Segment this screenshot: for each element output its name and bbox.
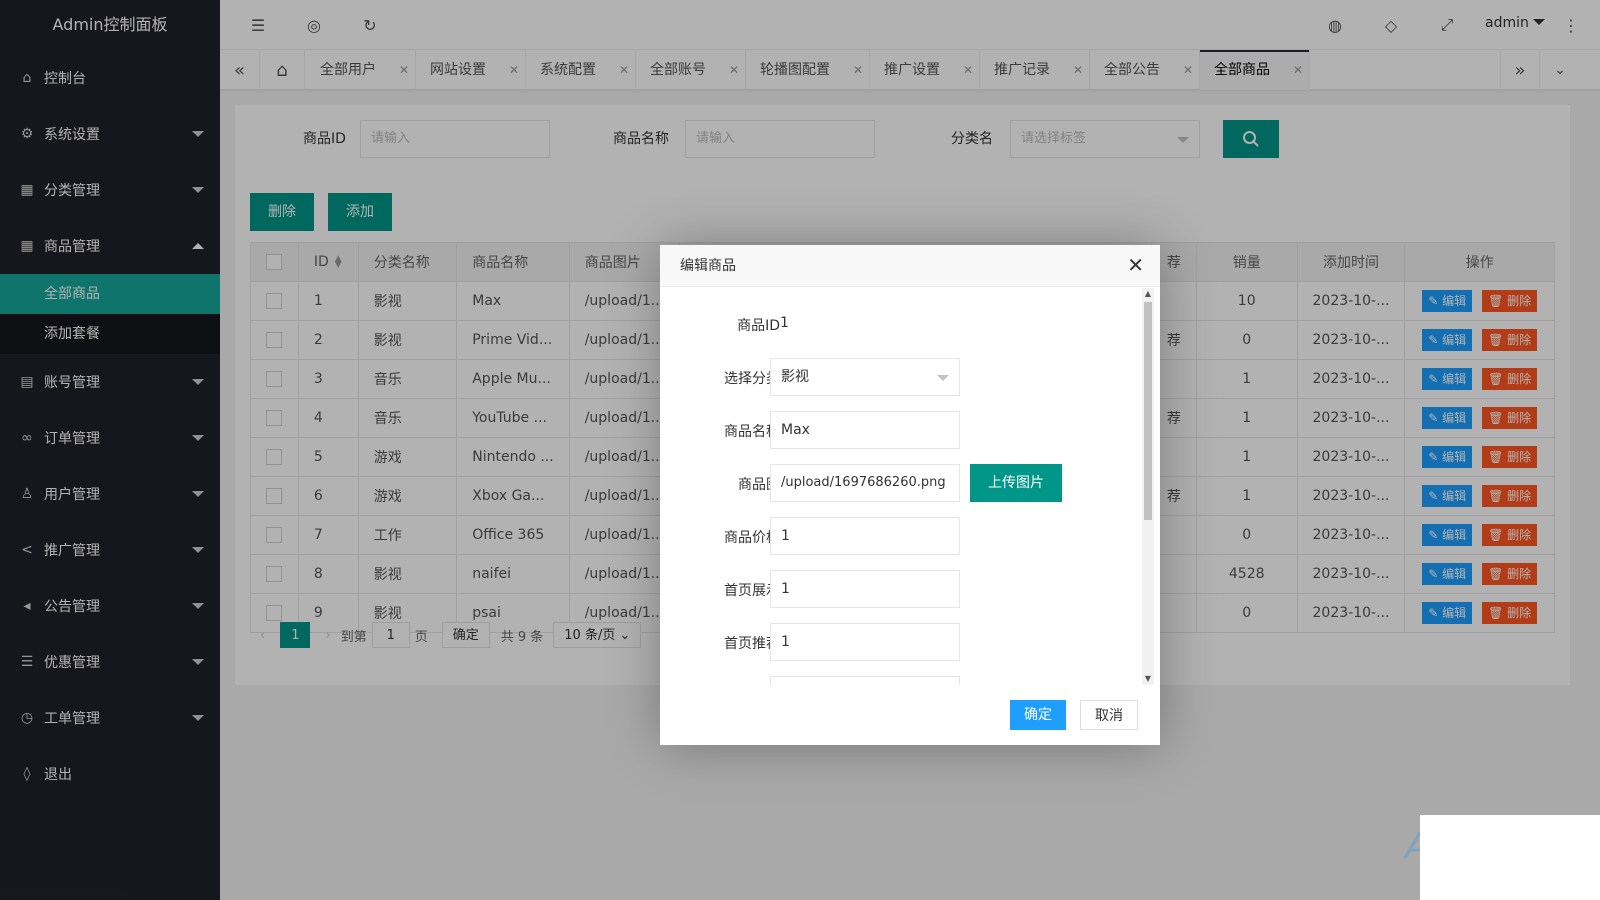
field-id-value: 1: [780, 315, 789, 331]
product-image-input[interactable]: /upload/1697686260.png: [770, 464, 960, 502]
field-price-label: 商品价格: [724, 530, 780, 546]
corner-patch: [1420, 815, 1600, 900]
home-show-input[interactable]: 1: [770, 570, 960, 608]
home-rec-input[interactable]: 1: [770, 623, 960, 661]
dialog-body: 商品ID 1 选择分类 影视 商品名称 Max 商品图 /upload/1697…: [660, 288, 1160, 685]
category-select[interactable]: 影视: [770, 358, 960, 396]
field-category-label: 选择分类: [724, 371, 780, 387]
field-name-label: 商品名称: [724, 424, 780, 440]
dialog-title: 编辑商品: [660, 245, 1160, 287]
category-value: 影视: [781, 369, 809, 385]
dialog-footer: 确定 取消: [660, 685, 1160, 745]
upload-image-button[interactable]: 上传图片: [970, 464, 1062, 502]
cancel-button[interactable]: 取消: [1080, 700, 1138, 730]
caret-down-icon: [937, 375, 949, 381]
product-name-input[interactable]: Max: [770, 411, 960, 449]
scroll-down-icon[interactable]: ▼: [1142, 673, 1154, 685]
next-field-input[interactable]: [770, 676, 960, 685]
edit-product-dialog: 编辑商品 ✕ 商品ID 1 选择分类 影视 商品名称 Max 商品图 /uplo…: [660, 245, 1160, 745]
close-icon[interactable]: ✕: [1127, 255, 1144, 275]
price-input[interactable]: 1: [770, 517, 960, 555]
field-home-rec-label: 首页推荐: [724, 636, 780, 652]
scrollbar-thumb[interactable]: [1144, 302, 1152, 520]
dialog-scrollbar[interactable]: ▲ ▼: [1142, 288, 1154, 685]
field-image-label: 商品图: [738, 477, 780, 493]
confirm-button[interactable]: 确定: [1010, 700, 1066, 730]
field-id-label: 商品ID: [737, 318, 780, 334]
scroll-up-icon[interactable]: ▲: [1142, 288, 1154, 300]
field-home-show-label: 首页展示: [724, 583, 780, 599]
